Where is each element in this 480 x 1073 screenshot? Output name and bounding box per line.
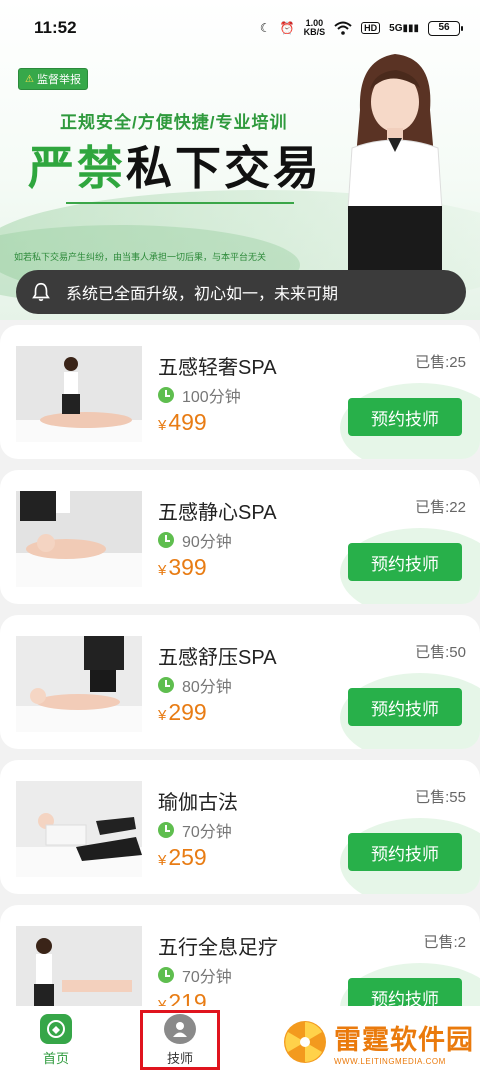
moon-icon: ☾ bbox=[259, 21, 271, 35]
service-duration: 90分钟 bbox=[158, 528, 232, 552]
book-technician-button[interactable]: 预约技师 bbox=[348, 543, 462, 581]
clock-icon bbox=[158, 677, 174, 693]
duration-text: 80分钟 bbox=[182, 679, 232, 696]
service-image bbox=[16, 781, 142, 877]
book-technician-button[interactable]: 预约技师 bbox=[348, 398, 462, 436]
signal-label: 5G bbox=[389, 22, 403, 34]
watermark-subtitle: WWW.LEITINGMEDIA.COM bbox=[334, 1057, 446, 1066]
banner-title-rest: 私下交易 bbox=[126, 142, 322, 194]
wifi-icon bbox=[334, 21, 352, 35]
nav-technician-label: 技师 bbox=[166, 1050, 193, 1066]
report-label: 监督举报 bbox=[36, 74, 81, 86]
service-price: ¥499 bbox=[158, 409, 207, 436]
banner-disclaimer: 如若私下交易产生纠纷，由当事人承担一切后果，与本平台无关 bbox=[14, 252, 267, 262]
service-card[interactable]: 五行全息足疗 70分钟 ¥219 已售:2 预约技师 bbox=[0, 905, 480, 1006]
technician-icon bbox=[164, 1013, 196, 1044]
service-price: ¥299 bbox=[158, 699, 207, 726]
book-technician-button[interactable]: 预约技师 bbox=[348, 688, 462, 726]
service-name: 五感轻奢SPA bbox=[158, 357, 277, 379]
watermark-title: 雷霆软件园 bbox=[334, 1025, 474, 1055]
home-icon bbox=[40, 1014, 72, 1044]
nav-technician[interactable]: 技师 bbox=[140, 1010, 220, 1070]
service-image bbox=[16, 926, 142, 1006]
alarm-icon: ⏰ bbox=[279, 21, 295, 35]
service-image bbox=[16, 346, 142, 442]
price-amount: 399 bbox=[168, 554, 207, 580]
service-card[interactable]: 瑜伽古法 70分钟 ¥259 已售:55 预约技师 bbox=[0, 760, 480, 894]
banner-underline bbox=[66, 202, 294, 204]
book-technician-button[interactable]: 预约技师 bbox=[348, 978, 462, 1006]
service-price: ¥399 bbox=[158, 554, 207, 581]
sold-count: 已售:25 bbox=[415, 354, 466, 371]
duration-text: 70分钟 bbox=[182, 824, 232, 841]
bell-icon bbox=[32, 282, 50, 302]
service-list[interactable]: 五感轻奢SPA 100分钟 ¥499 已售:25 预约技师 五感静心SPA 90… bbox=[0, 322, 480, 1006]
clock-icon bbox=[158, 822, 174, 838]
watermark-text: 雷霆软件园 WWW.LEITINGMEDIA.COM bbox=[334, 1018, 474, 1066]
book-technician-button[interactable]: 预约技师 bbox=[348, 833, 462, 871]
currency-symbol: ¥ bbox=[158, 562, 167, 579]
service-name: 瑜伽古法 bbox=[158, 792, 238, 814]
service-card[interactable]: 五感轻奢SPA 100分钟 ¥499 已售:25 预约技师 bbox=[0, 325, 480, 459]
notice-text: 系统已全面升级，初心如一，未来可期 bbox=[66, 286, 339, 303]
service-price: ¥219 bbox=[158, 989, 207, 1006]
sold-count: 已售:22 bbox=[415, 499, 466, 516]
banner-title: 严禁私下交易 bbox=[28, 132, 322, 198]
currency-symbol: ¥ bbox=[158, 852, 167, 869]
banner-model-image bbox=[347, 54, 443, 272]
service-card[interactable]: 五感静心SPA 90分钟 ¥399 已售:22 预约技师 bbox=[0, 470, 480, 604]
duration-text: 90分钟 bbox=[182, 534, 232, 551]
duration-text: 70分钟 bbox=[182, 969, 232, 986]
sold-count: 已售:2 bbox=[423, 934, 466, 951]
service-duration: 70分钟 bbox=[158, 818, 232, 842]
net-speed: 1.00 KB/S bbox=[304, 19, 326, 37]
service-duration: 100分钟 bbox=[158, 383, 241, 407]
duration-text: 100分钟 bbox=[182, 389, 241, 406]
status-time: 11:52 bbox=[34, 18, 77, 37]
warning-icon: ⚠ bbox=[25, 73, 34, 85]
signal-icon: 5G▮▮▮ bbox=[389, 22, 419, 34]
watermark-logo bbox=[284, 1021, 326, 1063]
service-duration: 70分钟 bbox=[158, 963, 232, 987]
hd-badge: HD bbox=[361, 22, 381, 34]
service-price: ¥259 bbox=[158, 844, 207, 871]
service-image bbox=[16, 491, 142, 587]
price-amount: 499 bbox=[168, 409, 207, 435]
price-amount: 299 bbox=[168, 699, 207, 725]
battery-icon: 56 bbox=[428, 20, 463, 36]
currency-symbol: ¥ bbox=[158, 417, 167, 434]
sold-count: 已售:50 bbox=[415, 644, 466, 661]
service-duration: 80分钟 bbox=[158, 673, 232, 697]
service-card[interactable]: 五感舒压SPA 80分钟 ¥299 已售:50 预约技师 bbox=[0, 615, 480, 749]
site-watermark: 雷霆软件园 WWW.LEITINGMEDIA.COM bbox=[282, 1014, 480, 1070]
price-amount: 219 bbox=[168, 989, 207, 1006]
nav-home-label: 首页 bbox=[42, 1051, 69, 1066]
sold-count: 已售:55 bbox=[415, 789, 466, 806]
banner-subtitle: 正规安全/方便快捷/专业培训 bbox=[60, 113, 288, 132]
service-image bbox=[16, 636, 142, 732]
price-amount: 259 bbox=[168, 844, 207, 870]
clock-icon bbox=[158, 387, 174, 403]
notice-bar[interactable]: 系统已全面升级，初心如一，未来可期 bbox=[16, 270, 466, 314]
service-name: 五感静心SPA bbox=[158, 502, 277, 524]
service-name: 五感舒压SPA bbox=[158, 647, 277, 669]
currency-symbol: ¥ bbox=[158, 997, 167, 1006]
nav-home[interactable]: 首页 bbox=[40, 1014, 72, 1067]
currency-symbol: ¥ bbox=[158, 707, 167, 724]
clock-icon bbox=[158, 532, 174, 548]
banner-title-highlight: 严禁 bbox=[28, 142, 126, 194]
net-speed-unit: KB/S bbox=[303, 27, 326, 37]
status-bar: 11:52 ☾ ⏰ 1.00 KB/S HD 5G▮▮▮ 56 bbox=[0, 0, 480, 56]
service-name: 五行全息足疗 bbox=[158, 937, 278, 959]
report-badge[interactable]: ⚠ 监督举报 bbox=[18, 68, 88, 90]
clock-icon bbox=[158, 967, 174, 983]
status-icons: ☾ ⏰ 1.00 KB/S HD 5G▮▮▮ 56 bbox=[259, 19, 463, 37]
